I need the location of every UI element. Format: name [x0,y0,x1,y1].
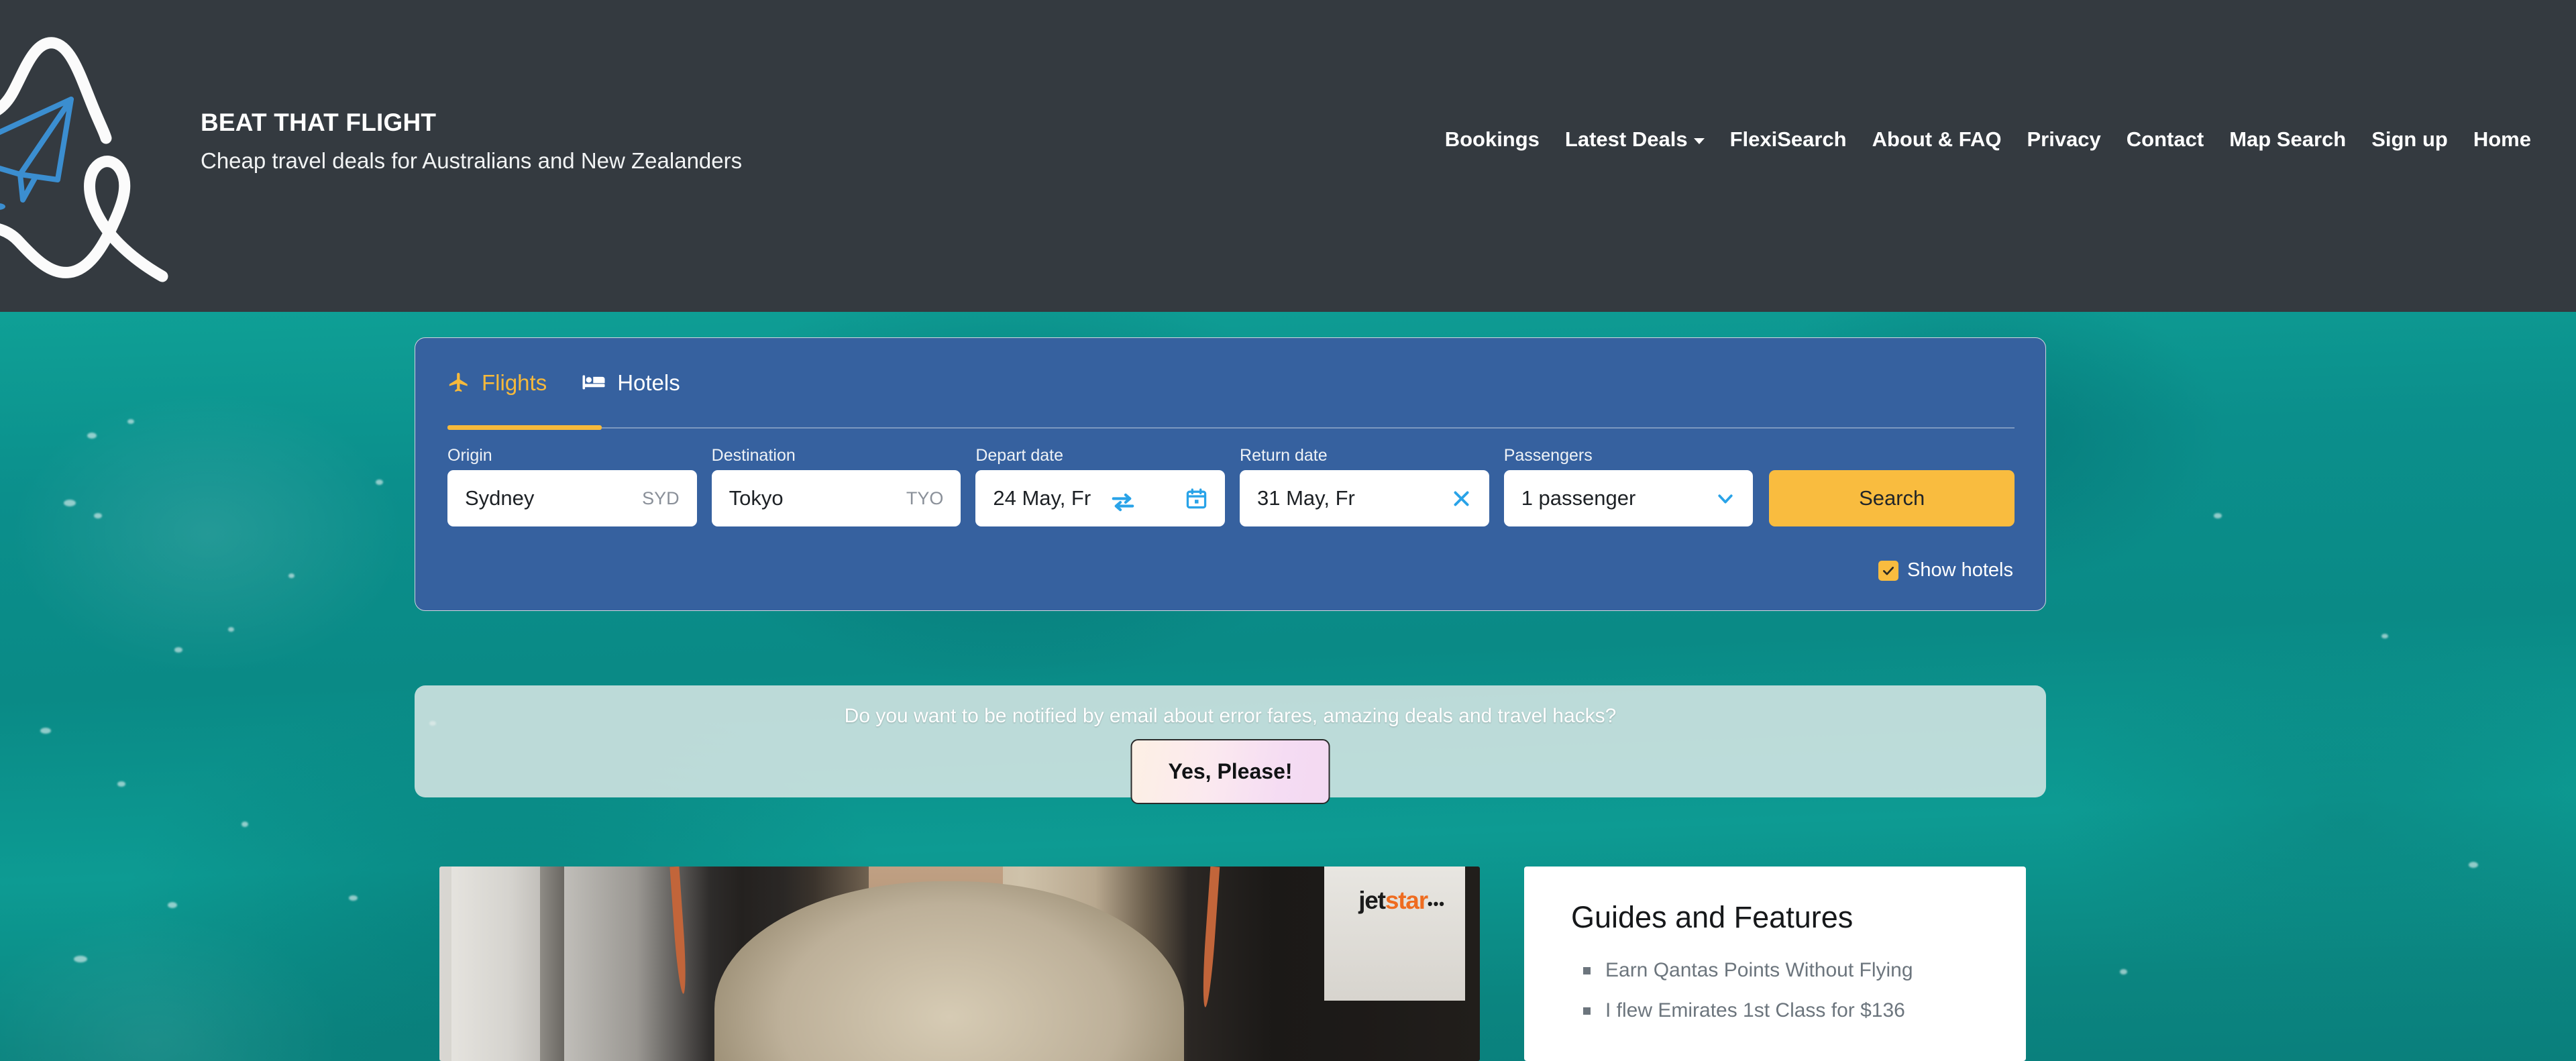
seat-edge-left [540,867,564,1061]
nav-item-home[interactable]: Home [2461,127,2544,152]
origin-input[interactable]: Sydney SYD [447,470,697,526]
featured-article-card[interactable]: jetstar••• [439,867,1480,1061]
destination-field-group: Destination Tokyo TYO [711,446,961,526]
newsletter-message: Do you want to be notified by email abou… [844,705,1617,727]
return-date-label: Return date [1240,446,1328,465]
brand-block: BEAT THAT FLIGHT Cheap travel deals for … [201,109,742,173]
nav-label: Bookings [1444,127,1540,151]
nav-label: Privacy [2027,127,2101,151]
passengers-field-group: Passengers 1 passenger [1503,446,1754,526]
show-hotels-checkbox[interactable]: Show hotels [1878,559,2013,581]
nav-item-map-search[interactable]: Map Search [2216,127,2359,152]
bed-icon [582,372,606,394]
jetstar-logo-jet: jet [1358,887,1386,914]
jetstar-logo-star: star [1385,887,1428,914]
return-date-value: 31 May, Fr [1257,486,1355,510]
nav-item-privacy[interactable]: Privacy [2014,127,2113,152]
origin-label: Origin [447,446,492,465]
tab-hotels-label: Hotels [617,370,680,395]
tab-flights[interactable]: Flights [447,370,547,408]
checkbox-checked-icon[interactable] [1878,560,1898,581]
depart-date-label: Depart date [975,446,1063,465]
return-date-input[interactable]: 31 May, Fr [1240,470,1489,526]
calendar-icon[interactable] [1185,488,1208,510]
guide-link-label: Earn Qantas Points Without Flying [1605,959,1913,981]
destination-input[interactable]: Tokyo TYO [711,470,961,526]
paper-plane-icon[interactable] [0,12,188,294]
seat-trim-left [669,867,688,995]
guide-link-label: I flew Emirates 1st Class for $136 [1605,999,1905,1021]
brand-tagline: Cheap travel deals for Australians and N… [201,148,743,173]
passengers-select[interactable]: 1 passenger [1503,470,1754,526]
clear-x-icon[interactable] [1451,488,1472,509]
search-button[interactable]: Search [1769,470,2015,526]
nav-item-contact[interactable]: Contact [2114,127,2216,152]
jetstar-logo-dots: ••• [1427,895,1445,912]
nav-label: About & FAQ [1872,127,2002,151]
tab-hotels[interactable]: Hotels [582,370,680,408]
destination-value: Tokyo [729,486,784,510]
origin-code: SYD [642,488,680,508]
newsletter-banner: Do you want to be notified by email abou… [415,685,2046,804]
tabs-divider [447,427,2015,429]
list-item[interactable]: I flew Emirates 1st Class for $136 [1583,999,1913,1022]
bullet-icon [1583,966,1591,974]
chevron-down-icon [1693,137,1705,144]
guides-list: Earn Qantas Points Without Flying I flew… [1583,959,1913,1040]
destination-label: Destination [711,446,796,465]
depart-date-value: 24 May, Fr [993,486,1091,510]
site-header: BEAT THAT FLIGHT Cheap travel deals for … [0,0,2576,312]
destination-code: TYO [906,488,944,508]
show-hotels-label: Show hotels [1907,559,2013,581]
nav-item-latest-deals[interactable]: Latest Deals [1552,127,1717,152]
return-date-field-group: Return date 31 May, Fr [1240,447,1489,526]
guides-title: Guides and Features [1571,900,1854,934]
search-tabs: Flights Hotels [447,370,680,408]
main-nav: Bookings Latest Deals FlexiSearch About … [1432,127,2544,152]
chevron-down-icon[interactable] [1715,488,1735,508]
nav-label: FlexiSearch [1729,127,1847,151]
nav-item-flexisearch[interactable]: FlexiSearch [1717,127,1860,152]
page-title: BEAT THAT FLIGHT [201,109,437,136]
list-item[interactable]: Earn Qantas Points Without Flying [1583,959,1913,982]
origin-field-group: Origin Sydney SYD [447,447,697,526]
tab-flights-label: Flights [482,370,547,395]
swap-arrows-icon[interactable] [1095,474,1151,530]
nav-label: Map Search [2229,127,2347,151]
nav-label: Sign up [2371,127,2448,151]
flight-search-card: Flights Hotels Origin Sydney SYD Destina… [415,337,2046,611]
nav-label: Home [2473,127,2531,151]
nav-label: Latest Deals [1564,127,1688,151]
nav-item-bookings[interactable]: Bookings [1432,127,1552,152]
bullet-icon [1583,1007,1591,1015]
active-tab-underline [447,425,602,430]
search-fields-row: Origin Sydney SYD Destination Tokyo TYO … [447,447,2015,526]
passengers-label: Passengers [1503,446,1593,465]
nav-item-about-faq[interactable]: About & FAQ [1860,127,2015,152]
newsletter-yes-please-button[interactable]: Yes, Please! [1130,739,1330,804]
nav-item-sign-up[interactable]: Sign up [2359,127,2461,152]
seat-trim-right [1200,867,1220,1008]
nav-label: Contact [2126,127,2204,151]
passengers-value: 1 passenger [1521,486,1636,510]
airplane-icon [447,371,470,396]
jetstar-logo: jetstar••• [1358,888,1445,913]
airplane-cabin-photo: jetstar••• [439,867,1480,1061]
guides-and-features-card: Guides and Features Earn Qantas Points W… [1524,867,2026,1061]
passenger-sweater [714,881,1184,1061]
origin-value: Sydney [465,486,535,510]
